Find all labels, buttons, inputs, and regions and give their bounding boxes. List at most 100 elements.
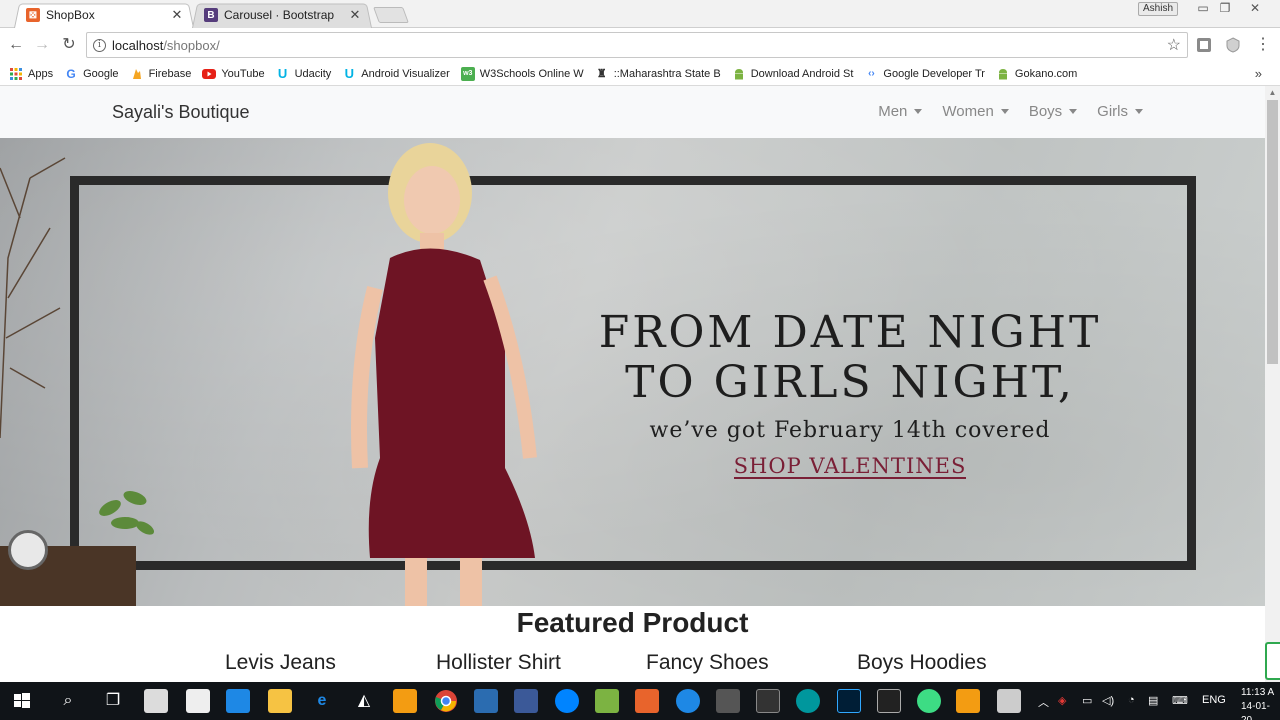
scrollbar-thumb[interactable] [1267,100,1278,364]
bookmark-google[interactable]: G Google [64,67,118,81]
app-icon[interactable] [756,689,780,713]
system-clock[interactable]: 11:13 A 14-01-20 [1241,686,1280,720]
edge-browser-icon[interactable]: e [310,689,334,713]
hero-carousel[interactable]: FROM DATE NIGHT TO GIRLS NIGHT, we’ve go… [0,138,1265,606]
app-icon[interactable] [474,689,498,713]
android-robot-icon [734,68,743,79]
tray-expand-icon[interactable]: ︿ [1038,694,1049,710]
app-icon[interactable] [997,689,1021,713]
profile-button[interactable]: Ashish [1138,2,1179,16]
antivirus-icon[interactable]: ◈ [1058,694,1066,707]
search-icon[interactable]: ⌕ [56,689,80,713]
arduino-icon[interactable] [796,689,820,713]
model-in-red-dress-image [351,143,537,606]
shield-extension-icon[interactable] [1225,37,1241,53]
shop-valentines-link[interactable]: SHOP VALENTINES [733,455,967,479]
close-tab-icon[interactable]: ✕ [348,7,362,23]
bookmark-google-developer[interactable]: ‹› Google Developer Tr [864,67,985,81]
site-navbar: Sayali's Boutique Men Women Boys Girls [0,86,1265,138]
android-studio-icon[interactable] [917,689,941,713]
unity-icon[interactable]: ◭ [352,689,376,713]
w3schools-icon: w3 [460,66,475,81]
photoshop-icon[interactable] [837,689,861,713]
bookmark-udacity[interactable]: U Udacity [276,66,331,81]
vlc-icon[interactable] [956,689,980,713]
battery-icon[interactable]: ▭ [1082,694,1092,707]
close-window-icon[interactable]: ✕ [1242,0,1268,16]
restore-icon[interactable]: ❐ [1212,0,1238,16]
bookmark-gokano[interactable]: Gokano.com [996,67,1077,81]
clock-time: 11:13 A [1241,687,1275,698]
site-info-icon[interactable]: i [93,38,106,52]
notepad-icon[interactable] [595,689,619,713]
featured-product-heading: Featured Product [516,607,749,638]
calculator-icon[interactable] [144,689,168,713]
media-player-icon[interactable] [676,689,700,713]
tab-title: ShopBox [46,8,95,22]
firebase-flame-icon [132,68,141,79]
windows-store-icon[interactable] [226,689,250,713]
nav-dropdown-boys[interactable]: Boys [1029,103,1078,120]
nav-label: Women [942,103,994,120]
new-tab-button[interactable] [373,7,409,23]
notification-icon[interactable]: ▤ [1148,694,1158,707]
bookmark-android-visualizer[interactable]: U Android Visualizer [342,66,450,81]
caret-down-icon [914,109,923,114]
tab-shopbox[interactable]: ⊠ ShopBox ✕ [14,2,194,29]
file-explorer-icon[interactable] [268,689,292,713]
product-boys-hoodies[interactable]: Boys Hoodies [857,651,987,675]
package-icon[interactable] [393,689,417,713]
back-arrow-icon[interactable]: ← [5,34,27,56]
product-fancy-shoes[interactable]: Fancy Shoes [646,651,769,675]
android-robot-icon [998,68,1007,79]
chrome-browser-icon[interactable] [434,689,458,713]
site-brand[interactable]: Sayali's Boutique [112,102,250,123]
caret-down-icon [1135,109,1143,114]
camera-icon[interactable] [186,689,210,713]
volume-icon[interactable]: ◁) [1102,694,1114,707]
bootstrap-favicon-icon: B [204,8,218,22]
product-hollister-shirt[interactable]: Hollister Shirt [436,651,561,675]
bookmark-apps[interactable]: Apps [9,67,53,81]
messenger-icon[interactable] [555,689,579,713]
bookmark-label: Google Developer Tr [883,67,985,80]
browser-toolbar: ← → ↻ i localhost /shopbox/ ☆ ⋮ [0,28,1280,62]
wifi-icon[interactable]: ◔ [1128,694,1135,706]
close-tab-icon[interactable]: ✕ [170,7,184,23]
bookmark-label: ::Maharashtra State B [613,67,721,80]
more-bookmarks-button[interactable]: » [1255,66,1262,81]
paint-icon[interactable] [716,689,740,713]
bookmark-w3schools[interactable]: w3 W3Schools Online W [460,66,584,81]
task-view-icon[interactable]: ❐ [101,689,125,713]
nav-dropdown-girls[interactable]: Girls [1097,103,1143,120]
product-levis-jeans[interactable]: Levis Jeans [225,651,336,675]
nav-dropdown-women[interactable]: Women [942,103,1009,120]
bookmark-download-android[interactable]: Download Android St [732,67,853,81]
language-indicator[interactable]: ENG [1202,694,1226,706]
bookmark-star-icon[interactable]: ☆ [1167,35,1181,55]
udacity-u-icon: U [344,66,354,81]
forward-arrow-icon[interactable]: → [31,34,53,56]
bookmark-firebase[interactable]: Firebase [130,67,191,81]
windows-start-icon[interactable] [10,689,34,713]
side-panel-handle[interactable] [1265,642,1280,680]
xampp-icon[interactable] [635,689,659,713]
bookmark-maharashtra[interactable]: ♜ ::Maharashtra State B [595,67,721,81]
bookmark-youtube[interactable]: YouTube [202,67,265,81]
tab-carousel-bootstrap[interactable]: B Carousel · Bootstrap ✕ [192,2,372,29]
nav-dropdown-men[interactable]: Men [878,103,923,120]
address-bar[interactable]: i localhost /shopbox/ ☆ [86,32,1188,58]
facebook-icon[interactable] [514,689,538,713]
intellij-icon[interactable] [877,689,901,713]
bookmark-label: Google [83,67,119,80]
extension-icon[interactable] [1196,37,1212,53]
scroll-up-arrow-icon[interactable]: ▲ [1268,88,1277,97]
page-scrollbar[interactable]: ▲ [1265,86,1280,682]
promo-subheadline: we’ve got February 14th covered [649,418,1051,443]
keyboard-icon[interactable]: ⌨ [1172,694,1188,707]
promo-headline-line2: TO GIRLS NIGHT, [625,357,1075,408]
menu-kebab-icon[interactable]: ⋮ [1252,34,1274,56]
bookmark-label: Apps [28,67,54,80]
reload-icon[interactable]: ↻ [58,34,80,56]
google-g-icon: G [66,66,76,81]
